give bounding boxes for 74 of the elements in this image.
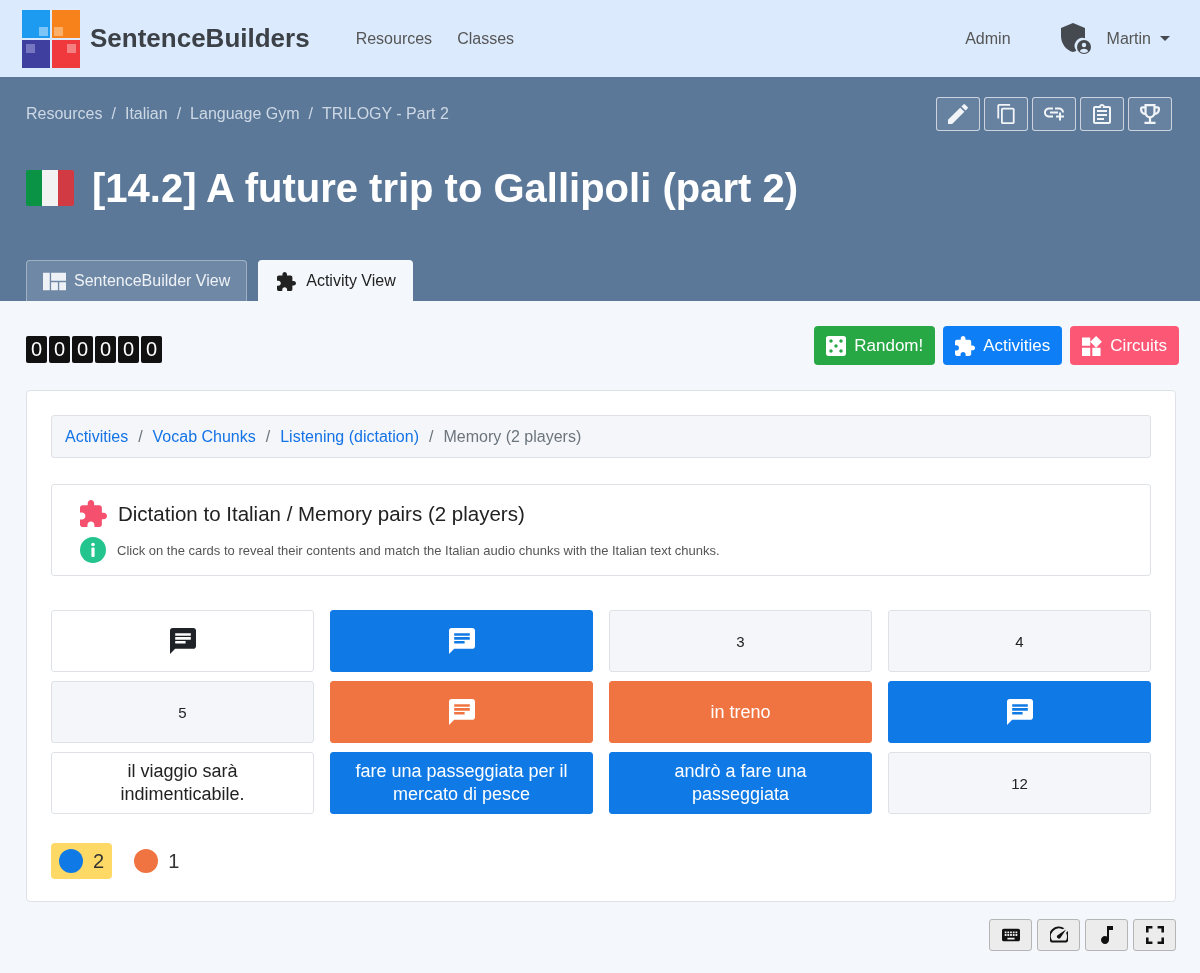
player-score: 1: [168, 849, 180, 873]
sound-button[interactable]: [1085, 919, 1128, 951]
logo-icon[interactable]: [22, 9, 80, 68]
breadcrumb-separator: /: [111, 105, 116, 123]
clipboard-button[interactable]: [1080, 97, 1124, 131]
clipboard-icon: [1092, 104, 1112, 124]
view-tab[interactable]: SentenceBuilder View: [26, 260, 248, 301]
breadcrumb-current: Memory (2 players): [443, 427, 582, 446]
memory-card[interactable]: in treno: [609, 681, 872, 743]
memory-card[interactable]: fare una passeggiata per il mercato di pesce: [330, 752, 593, 814]
activity-heading: Dictation to Italian / Memory pairs (2 players): [118, 501, 525, 526]
pencil-icon: [948, 104, 968, 124]
breadcrumb-link[interactable]: Listening (dictation): [280, 427, 419, 446]
breadcrumb-link[interactable]: Italian: [124, 105, 168, 123]
fullscreen-button[interactable]: [1133, 919, 1176, 951]
chat-icon: [448, 699, 475, 725]
layout-grid-icon: [43, 271, 66, 291]
edit-button[interactable]: [936, 97, 980, 131]
copy-icon: [996, 104, 1016, 124]
user-menu[interactable]: Martin: [1106, 29, 1170, 48]
admin-link[interactable]: Admin: [965, 29, 1011, 48]
memory-card[interactable]: 4: [888, 610, 1151, 672]
keyboard-button[interactable]: [989, 919, 1032, 951]
speed-button[interactable]: [1037, 919, 1080, 951]
nav-link[interactable]: Resources: [355, 29, 433, 48]
breadcrumb-separator: /: [265, 427, 271, 446]
counter-digit: 0: [118, 336, 139, 363]
copy-button[interactable]: [984, 97, 1028, 131]
breadcrumb-link[interactable]: Activities: [65, 427, 129, 446]
counter-digit: 0: [72, 336, 93, 363]
speedometer-icon: [1049, 926, 1068, 944]
puzzle-icon: [275, 271, 299, 291]
action-button[interactable]: Circuits: [1070, 326, 1179, 365]
trophy-button[interactable]: [1128, 97, 1172, 131]
info-icon: [80, 537, 106, 563]
chat-icon: [448, 628, 475, 654]
add-link-button[interactable]: [1032, 97, 1076, 131]
player-score: 2: [93, 849, 105, 873]
shield-user-icon[interactable]: [1060, 22, 1091, 55]
italian-flag-icon: [26, 170, 74, 206]
breadcrumb-separator: /: [308, 105, 313, 123]
breadcrumb-link[interactable]: Resources: [26, 105, 103, 123]
keyboard-icon: [1001, 926, 1020, 944]
puzzle-icon: [80, 500, 107, 527]
counter-digit: 0: [95, 336, 116, 363]
chat-icon: [1006, 699, 1033, 725]
breadcrumb-separator: /: [176, 105, 182, 123]
fullscreen-icon: [1145, 926, 1164, 944]
breadcrumb-separator: /: [138, 427, 143, 446]
chat-icon: [169, 628, 196, 654]
nav-link[interactable]: Classes: [457, 29, 515, 48]
action-button[interactable]: Random!: [814, 326, 936, 365]
memory-card[interactable]: il viaggio sarà indimenticabile.: [51, 752, 314, 814]
memory-card[interactable]: 3: [609, 610, 872, 672]
breadcrumb-separator: /: [428, 427, 434, 446]
puzzle-icon: [955, 335, 976, 356]
memory-card[interactable]: andrò a fare una passeggiata: [609, 752, 872, 814]
dice-icon: [826, 335, 847, 356]
shapes-icon: [1082, 335, 1103, 356]
page-title: [14.2] A future trip to Gallipoli (part 2): [92, 166, 798, 210]
counter-digit: 0: [141, 336, 162, 363]
memory-card[interactable]: 5: [51, 681, 314, 743]
caret-icon: [1160, 36, 1170, 41]
breadcrumb-link[interactable]: TRILOGY - Part 2: [321, 105, 449, 123]
breadcrumb-link[interactable]: Language Gym: [190, 105, 300, 123]
breadcrumb-link[interactable]: Vocab Chunks: [152, 427, 256, 446]
counter-digit: 0: [49, 336, 70, 363]
brand-name[interactable]: SentenceBuilders: [90, 23, 310, 54]
instructions-text: Click on the cards to reveal their contents and match the Italian audio chunks with the Italian text chunks.: [117, 542, 720, 558]
trophy-icon: [1140, 104, 1160, 124]
counter-digit: 0: [26, 336, 47, 363]
view-tab[interactable]: Activity View: [258, 260, 413, 301]
memory-card[interactable]: 12: [888, 752, 1151, 814]
action-button[interactable]: Activities: [943, 326, 1063, 365]
